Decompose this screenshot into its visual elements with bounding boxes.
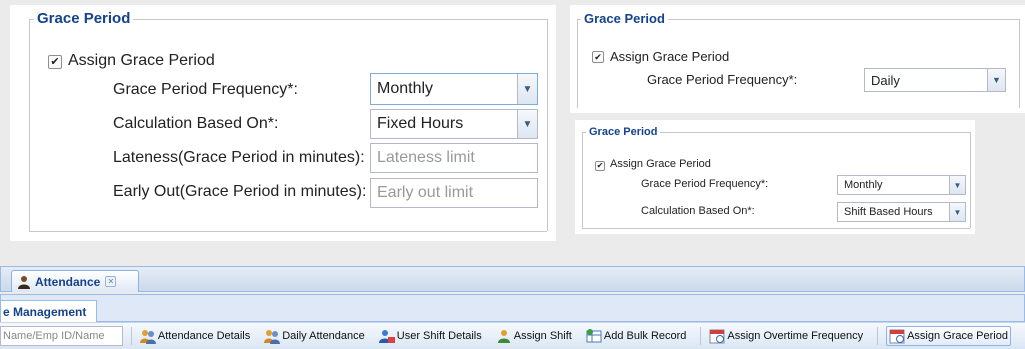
daily-attendance-button[interactable]: Daily Attendance xyxy=(264,328,365,344)
chevron-down-icon[interactable]: ▼ xyxy=(949,203,965,221)
frequency-value: Monthly xyxy=(844,179,883,191)
frequency-label: Grace Period Frequency*: xyxy=(647,72,798,87)
fieldset-legend: Grace Period xyxy=(581,11,668,26)
tab-attendance[interactable]: Attendance ✕ xyxy=(11,270,139,292)
frequency-label: Grace Period Frequency*: xyxy=(113,81,298,98)
search-input[interactable]: Name/Emp ID/Name xyxy=(0,326,123,346)
assign-grace-period-checkbox[interactable]: ✔ xyxy=(595,161,605,171)
toolbar-separator xyxy=(877,327,879,345)
assign-grace-period-button[interactable]: Assign Grace Period xyxy=(886,326,1011,346)
toolbar-separator xyxy=(700,327,702,345)
calendar-icon xyxy=(889,329,905,344)
user-shift-details-label: User Shift Details xyxy=(396,330,482,342)
tab-management[interactable]: e Management xyxy=(1,300,97,323)
assign-grace-period-checkbox[interactable]: ✔ xyxy=(592,51,604,63)
assign-shift-button[interactable]: Assign Shift xyxy=(496,328,572,344)
chevron-down-icon[interactable]: ▼ xyxy=(987,69,1005,91)
calculation-label: Calculation Based On*: xyxy=(641,205,755,217)
fieldset-legend: Grace Period xyxy=(586,126,661,138)
frequency-value: Monthly xyxy=(377,80,434,97)
attendance-toolbar: Name/Emp ID/Name Attendance Details Dail… xyxy=(0,322,1025,349)
attendance-details-button[interactable]: Attendance Details xyxy=(139,328,251,344)
lateness-input[interactable]: Lateness limit xyxy=(370,143,538,173)
sub-tab-bar: e Management xyxy=(0,294,1025,323)
early-out-input[interactable]: Early out limit xyxy=(370,178,538,208)
main-tab-bar: Attendance ✕ xyxy=(0,266,1025,292)
user-shift-details-button[interactable]: User Shift Details xyxy=(378,328,482,344)
calculation-select[interactable]: Shift Based Hours ▼ xyxy=(837,202,966,222)
toolbar-separator xyxy=(130,327,132,345)
assign-grace-period-label: Assign Grace Period xyxy=(610,49,730,64)
add-bulk-record-label: Add Bulk Record xyxy=(603,330,687,342)
frequency-select[interactable]: Daily ▼ xyxy=(864,68,1006,92)
frequency-select[interactable]: Monthly ▼ xyxy=(837,175,966,195)
frequency-select[interactable]: Monthly ▼ xyxy=(370,73,538,105)
assign-shift-label: Assign Shift xyxy=(513,330,572,342)
lateness-label: Lateness(Grace Period in minutes): xyxy=(113,149,365,166)
assign-overtime-frequency-label: Assign Overtime Frequency xyxy=(727,330,864,342)
calculation-select[interactable]: Fixed Hours ▼ xyxy=(370,109,538,139)
chevron-down-icon[interactable]: ▼ xyxy=(517,74,537,104)
user-icon xyxy=(497,330,510,343)
calculation-value: Shift Based Hours xyxy=(844,206,933,218)
assign-grace-period-label: Assign Grace Period xyxy=(68,52,215,69)
fieldset-legend: Grace Period xyxy=(34,10,134,27)
user-shift-icon xyxy=(378,330,395,343)
early-out-label: Early Out(Grace Period in minutes): xyxy=(113,183,367,200)
assign-overtime-frequency-button[interactable]: Assign Overtime Frequency xyxy=(709,328,863,344)
chevron-down-icon[interactable]: ▼ xyxy=(949,176,965,194)
frequency-value: Daily xyxy=(871,72,900,88)
assign-grace-period-checkbox[interactable]: ✔ xyxy=(48,55,62,69)
users-icon xyxy=(139,330,156,344)
frequency-label: Grace Period Frequency*: xyxy=(641,178,769,190)
attendance-details-label: Attendance Details xyxy=(157,330,251,342)
add-bulk-record-button[interactable]: Add Bulk Record xyxy=(586,328,687,344)
assign-grace-period-label: Assign Grace Period xyxy=(610,158,711,170)
daily-attendance-label: Daily Attendance xyxy=(282,330,365,342)
grace-period-panel-daily: Grace Period ✔ Assign Grace Period Grace… xyxy=(570,5,1025,113)
tab-attendance-label: Attendance xyxy=(35,274,101,289)
calculation-value: Fixed Hours xyxy=(377,115,464,132)
close-icon[interactable]: ✕ xyxy=(105,276,117,287)
grid-add-icon xyxy=(586,329,602,343)
chevron-down-icon[interactable]: ▼ xyxy=(517,110,537,138)
grace-period-panel-main: Grace Period ✔ Assign Grace Period Grace… xyxy=(10,5,556,241)
assign-grace-period-label: Assign Grace Period xyxy=(907,330,1008,342)
calendar-icon xyxy=(709,329,725,344)
grace-period-panel-shift: Grace Period ✔ Assign Grace Period Grace… xyxy=(575,120,975,234)
calculation-label: Calculation Based On*: xyxy=(113,115,279,132)
user-icon xyxy=(18,275,30,289)
users-icon xyxy=(264,330,281,344)
